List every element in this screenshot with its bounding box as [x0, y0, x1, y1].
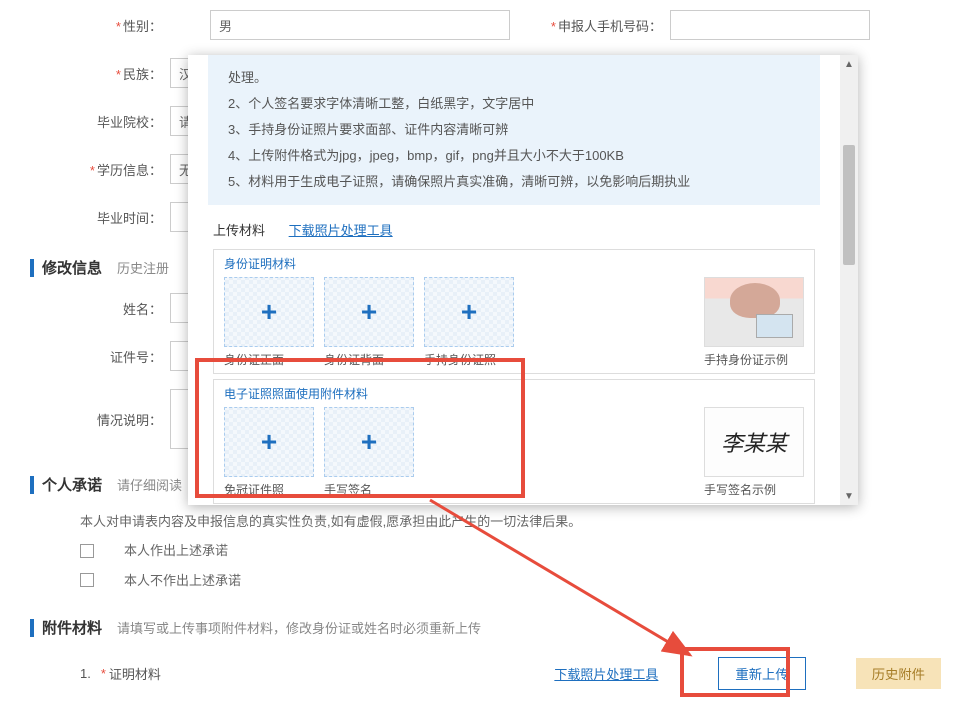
modify-section-title: 修改信息 [42, 257, 102, 278]
commitment-opt2: 本人不作出上述承诺 [124, 569, 241, 592]
plus-icon: + [361, 426, 377, 458]
upload-section-ecert: 电子证照照面使用附件材料 + 免冠证件照 + 手写签名 李某某 手写签名示例 [213, 379, 815, 504]
notice-box: 处理。 2、个人签名要求字体清晰工整，白纸黑字，文字居中 3、手持身份证照片要求… [208, 55, 820, 205]
commitment-checkbox-2[interactable] [80, 573, 94, 587]
section-bar [30, 476, 34, 494]
name-label: 姓名： [30, 299, 170, 318]
upload-photo[interactable]: + [224, 407, 314, 477]
upload-signature-label: 手写签名 [324, 481, 414, 498]
required-asterisk: * [101, 666, 106, 681]
section-bar [30, 259, 34, 277]
commitment-text: 本人对申请表内容及申报信息的真实性负责,如有虚假,愿承担由此产生的一切法律后果。 [80, 510, 941, 533]
example-signature-label: 手写签名示例 [704, 481, 804, 498]
gradtime-label: 毕业时间： [30, 208, 170, 227]
section-id-title: 身份证明材料 [224, 255, 804, 272]
example-holding-id-image [704, 277, 804, 347]
scroll-up-icon[interactable]: ▲ [840, 55, 858, 73]
upload-id-front[interactable]: + [224, 277, 314, 347]
ethnicity-label: *民族： [30, 64, 170, 83]
upload-photo-label: 免冠证件照 [224, 481, 314, 498]
download-tool-link[interactable]: 下载照片处理工具 [554, 664, 658, 683]
desc-label: 情况说明： [30, 410, 170, 429]
commitment-opt1: 本人作出上述承诺 [124, 539, 228, 562]
upload-signature[interactable]: + [324, 407, 414, 477]
upload-modal: 处理。 2、个人签名要求字体清晰工整，白纸黑字，文字居中 3、手持身份证照片要求… [188, 55, 858, 505]
upload-materials-label: 上传材料 [213, 223, 265, 238]
upload-section-id: 身份证明材料 + 身份证正面 + 身份证背面 + 手持身份证照 手持身份证示例 [213, 249, 815, 374]
school-label: 毕业院校： [30, 112, 170, 131]
upload-id-holding[interactable]: + [424, 277, 514, 347]
attach-row-name: 证明材料 [109, 664, 161, 683]
scroll-down-icon[interactable]: ▼ [840, 487, 858, 505]
download-tool-link-modal[interactable]: 下载照片处理工具 [289, 223, 393, 238]
reupload-button[interactable]: 重新上传 [718, 657, 805, 690]
notice-line: 4、上传附件格式为jpg，jpeg，bmp，gif，png并且大小不大于100K… [228, 143, 800, 169]
commitment-title: 个人承诺 [42, 474, 102, 495]
notice-line: 3、手持身份证照片要求面部、证件内容清晰可辨 [228, 117, 800, 143]
example-signature-image: 李某某 [704, 407, 804, 477]
plus-icon: + [261, 426, 277, 458]
upload-id-back[interactable]: + [324, 277, 414, 347]
plus-icon: + [261, 296, 277, 328]
plus-icon: + [461, 296, 477, 328]
notice-line: 2、个人签名要求字体清晰工整，白纸黑字，文字居中 [228, 91, 800, 117]
phone-label: *申报人手机号码： [550, 16, 670, 35]
commitment-checkbox-1[interactable] [80, 544, 94, 558]
phone-input[interactable] [670, 10, 870, 40]
commitment-hint: 请仔细阅读 [117, 475, 182, 494]
notice-line: 5、材料用于生成电子证照，请确保照片真实准确，清晰可辨，以免影响后期执业 [228, 169, 800, 195]
attachments-title: 附件材料 [42, 617, 102, 638]
education-label: *学历信息： [30, 160, 170, 179]
attachments-hint: 请填写或上传事项附件材料，修改身份证或姓名时必须重新上传 [117, 618, 481, 637]
modify-section-hint: 历史注册 [117, 258, 169, 277]
example-holding-id-label: 手持身份证示例 [704, 351, 804, 368]
section-bar [30, 619, 34, 637]
scrollbar-thumb[interactable] [843, 145, 855, 265]
upload-id-back-label: 身份证背面 [324, 351, 414, 368]
upload-id-holding-label: 手持身份证照 [424, 351, 514, 368]
id-label: 证件号： [30, 347, 170, 366]
attach-row-num: 1. [80, 666, 91, 681]
gender-input[interactable]: 男 [210, 10, 510, 40]
notice-line: 处理。 [228, 65, 800, 91]
plus-icon: + [361, 296, 377, 328]
upload-id-front-label: 身份证正面 [224, 351, 314, 368]
gender-label: *性别： [30, 16, 170, 35]
section-ecert-title: 电子证照照面使用附件材料 [224, 385, 804, 402]
modal-scrollbar[interactable]: ▲ ▼ [840, 55, 858, 505]
history-attachments-button[interactable]: 历史附件 [856, 658, 941, 689]
